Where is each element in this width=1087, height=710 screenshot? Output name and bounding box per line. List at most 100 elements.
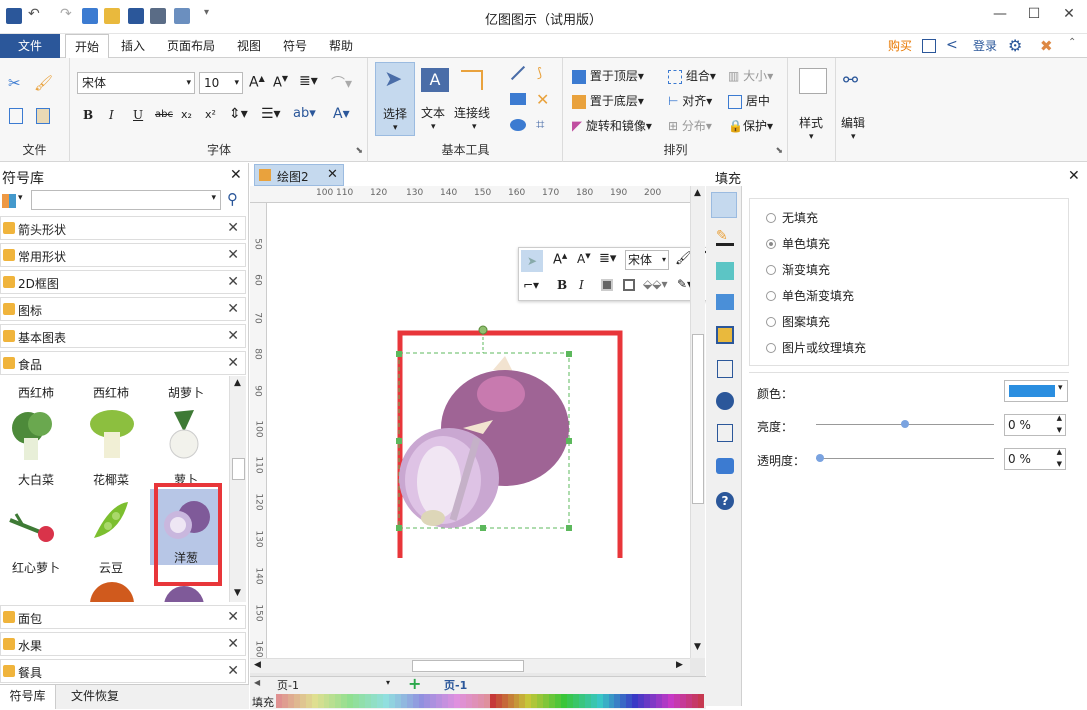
minimize-button[interactable]: — (985, 6, 1015, 26)
close-icon[interactable]: ✕ (227, 220, 239, 236)
tab-help[interactable]: 帮助 (322, 34, 360, 58)
fill-option-pattern[interactable]: 图案填充 (766, 313, 966, 330)
drawing-page[interactable]: ➤ A▲ A▼ ≣▾ 宋体▾ 🖌 ✕ ⌐▾ B I ⬙⬙▾ ✎▾ (267, 203, 714, 658)
grow-font-icon[interactable]: A▲ (249, 74, 265, 91)
cross-icon[interactable]: ✕ (536, 90, 549, 109)
size-button[interactable]: ▥ 大小▾ (728, 67, 773, 84)
line-spacing-curve-icon[interactable]: ⌒▾ (331, 73, 352, 93)
library-category[interactable]: 面包 ✕ (0, 605, 246, 629)
hyperlink-icon[interactable] (716, 392, 734, 410)
scroll-up-icon[interactable]: ▲ (234, 378, 241, 388)
text-align-icon[interactable]: ≣▾ (599, 251, 616, 266)
library-category-food[interactable]: 食品 ✕ (0, 351, 246, 375)
canvas-horizontal-scrollbar[interactable]: ◀ ▶ (250, 658, 690, 673)
style-button[interactable]: 样式 (799, 114, 823, 131)
brightness-slider-knob[interactable] (901, 420, 909, 428)
dialog-launcher-icon[interactable]: ⬊ (775, 146, 783, 156)
fill-icon[interactable]: ⬙⬙▾ (643, 277, 667, 291)
help-icon[interactable]: ? (716, 492, 734, 510)
maximize-button[interactable]: ☐ (1019, 6, 1049, 26)
font-color-icon[interactable]: A▾ (333, 106, 350, 122)
chevron-down-icon[interactable]: ▾ (386, 678, 390, 687)
attachment-icon[interactable] (717, 424, 733, 442)
shadow-icon[interactable] (716, 262, 734, 280)
tab-view[interactable]: 视图 (230, 34, 268, 58)
close-icon[interactable]: ✕ (327, 167, 338, 182)
page-first-icon[interactable]: ◀ (254, 678, 260, 687)
scroll-thumb[interactable] (412, 660, 524, 672)
indent-icon[interactable]: ⇕▾ (229, 106, 248, 122)
tab-insert[interactable]: 插入 (114, 34, 152, 58)
fill-option-picture[interactable]: 图片或纹理填充 (766, 339, 966, 356)
layers-icon[interactable] (716, 326, 734, 344)
fill-icon[interactable] (711, 192, 737, 218)
ribbon-collapse-icon[interactable]: ⌃ (1068, 37, 1076, 48)
shape-red-radish[interactable] (4, 494, 68, 558)
shape-pea[interactable] (80, 494, 144, 558)
font-name-select[interactable]: 宋体 ▾ (77, 72, 195, 94)
library-category[interactable]: 2D框图 ✕ (0, 270, 246, 294)
shrink-font-icon[interactable]: A▼ (577, 252, 591, 266)
scroll-up-icon[interactable]: ▲ (694, 188, 701, 198)
app-plugin-icon[interactable]: ✖ (1040, 37, 1053, 55)
line-icon[interactable] (510, 65, 526, 81)
edit-button[interactable]: 编辑 (841, 114, 865, 131)
scroll-thumb[interactable] (692, 334, 704, 504)
grow-font-icon[interactable]: A▲ (553, 252, 567, 267)
mini-font-select[interactable]: 宋体 ▾ (625, 250, 669, 270)
library-category[interactable]: 水果 ✕ (0, 632, 246, 656)
fill-option-gradient[interactable]: 渐变填充 (766, 261, 966, 278)
search-icon[interactable]: ⚲ (227, 190, 238, 208)
paste-icon[interactable] (36, 108, 50, 124)
page-nav-label[interactable]: 页-1 (277, 677, 299, 693)
transparency-spinner[interactable]: 0 % ▲ ▼ (1004, 448, 1066, 470)
bold-icon[interactable]: B (83, 108, 93, 122)
select-tool-button[interactable]: ➤ 选择 ▾ (375, 62, 415, 136)
shape-radish[interactable] (154, 402, 218, 466)
bring-front-icon[interactable] (601, 279, 613, 291)
bold-icon[interactable]: B (557, 278, 567, 292)
italic-icon[interactable]: I (109, 108, 114, 122)
transparency-slider[interactable] (816, 454, 994, 462)
crop-icon[interactable]: ⌗ (536, 115, 544, 133)
close-icon[interactable]: ✕ (227, 636, 239, 652)
text-highlight-icon[interactable]: ab▾ (293, 106, 316, 121)
transparency-slider-knob[interactable] (816, 454, 824, 462)
library-search-input[interactable]: ▾ (31, 190, 221, 210)
send-to-back-button[interactable]: 置于底层▾ (572, 92, 644, 109)
brightness-slider[interactable] (816, 420, 994, 428)
close-icon[interactable]: ✕ (227, 663, 239, 679)
tab-page-layout[interactable]: 页面布局 (160, 34, 222, 58)
page-tab[interactable]: 页-1 (444, 677, 467, 693)
close-icon[interactable]: ✕ (227, 609, 239, 625)
cut-icon[interactable]: ✂ (8, 74, 21, 92)
group-button[interactable]: 组合▾ (668, 67, 716, 84)
bring-to-front-button[interactable]: 置于顶层▾ (572, 67, 644, 84)
center-button[interactable]: 居中 (728, 92, 770, 109)
library-scrollbar[interactable]: ▲ ▼ (229, 376, 246, 602)
settings-gear-icon[interactable]: ⚙ (1008, 36, 1022, 55)
library-category[interactable]: 基本图表 ✕ (0, 324, 246, 348)
bullets-icon[interactable]: ☰▾ (261, 106, 281, 122)
close-icon[interactable]: ✕ (227, 355, 239, 371)
spinner-arrows-icon[interactable]: ▲ ▼ (1057, 412, 1062, 436)
shape-pumpkin[interactable] (90, 582, 134, 602)
connector-icon[interactable]: ⌐▾ (523, 278, 539, 292)
tab-home[interactable]: 开始 (65, 34, 109, 59)
font-size-select[interactable]: 10 ▾ (199, 72, 243, 94)
scroll-left-icon[interactable]: ◀ (254, 660, 261, 670)
underline-icon[interactable]: U (133, 108, 143, 122)
format-painter-icon[interactable]: 🖌 (34, 74, 53, 92)
color-palette[interactable] (276, 694, 704, 708)
dialog-launcher-icon[interactable]: ⬊ (355, 146, 363, 156)
tab-file-recovery[interactable]: 文件恢复 (60, 685, 130, 709)
text-align-icon[interactable]: ≣▾ (299, 73, 318, 89)
library-grid-icon[interactable] (2, 194, 16, 208)
ellipse-icon[interactable] (510, 119, 526, 131)
protect-button[interactable]: 🔒保护▾ (728, 117, 773, 134)
shape-eggplant[interactable] (164, 586, 204, 602)
library-category[interactable]: 图标 ✕ (0, 297, 246, 321)
document-tab[interactable]: 绘图2 ✕ (254, 164, 344, 186)
login-link[interactable]: 登录 (968, 34, 1002, 58)
close-icon[interactable]: ✕ (230, 167, 242, 183)
